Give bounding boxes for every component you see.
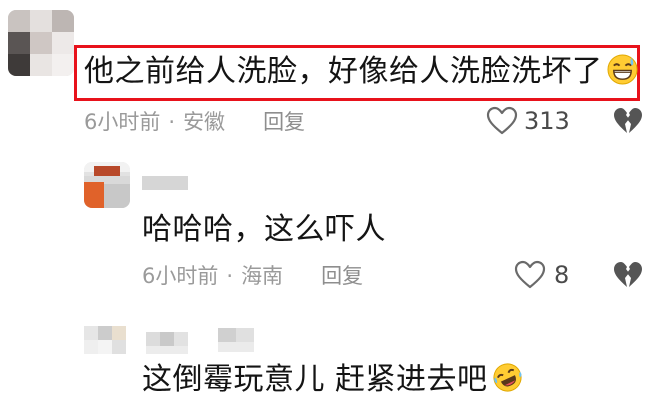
comment-text-content: 他之前给人洗脸，好像给人洗脸洗坏了 bbox=[84, 54, 603, 89]
comment-text: 他之前给人洗脸，好像给人洗脸洗坏了 bbox=[84, 54, 638, 90]
comment-text: 这倒霉玩意儿 赶紧进去吧 bbox=[142, 362, 523, 398]
dislike-button[interactable] bbox=[612, 260, 644, 290]
timestamp: 6小时前 bbox=[142, 264, 219, 288]
reply-button[interactable]: 回复 bbox=[321, 264, 363, 288]
comment-text: 哈哈哈，这么吓人 bbox=[142, 212, 386, 248]
comment-meta: 6小时前 · 海南 回复 bbox=[142, 264, 363, 288]
comment-meta: 6小时前 · 安徽 回复 bbox=[84, 110, 305, 134]
avatar[interactable] bbox=[84, 326, 128, 356]
reply-button[interactable]: 回复 bbox=[263, 110, 305, 134]
meta-separator: · bbox=[168, 110, 176, 134]
broken-heart-icon bbox=[614, 262, 642, 287]
username-blurred bbox=[146, 328, 256, 354]
like-count: 8 bbox=[554, 261, 570, 289]
avatar[interactable] bbox=[8, 10, 74, 76]
comment-section: 他之前给人洗脸，好像给人洗脸洗坏了 6小时前 · 安徽 回复 313 哈哈哈，这… bbox=[0, 0, 660, 402]
comment-text-content: 哈哈哈，这么吓人 bbox=[142, 212, 386, 247]
heart-outline-icon bbox=[514, 260, 546, 289]
like-button[interactable] bbox=[514, 260, 546, 290]
username-blurred bbox=[142, 176, 188, 190]
heart-outline-icon bbox=[486, 106, 518, 135]
dislike-button[interactable] bbox=[612, 106, 644, 136]
comment-text-content: 这倒霉玩意儿 赶紧进去吧 bbox=[142, 362, 488, 397]
timestamp: 6小时前 bbox=[84, 110, 161, 134]
rolling-laughing-emoji bbox=[493, 363, 522, 392]
like-count: 313 bbox=[524, 107, 570, 135]
avatar[interactable] bbox=[84, 162, 130, 208]
meta-separator: · bbox=[226, 264, 234, 288]
grinning-sweat-emoji bbox=[606, 54, 638, 85]
location: 安徽 bbox=[183, 110, 226, 134]
like-button[interactable] bbox=[486, 106, 518, 136]
location: 海南 bbox=[241, 264, 284, 288]
broken-heart-icon bbox=[614, 108, 642, 133]
